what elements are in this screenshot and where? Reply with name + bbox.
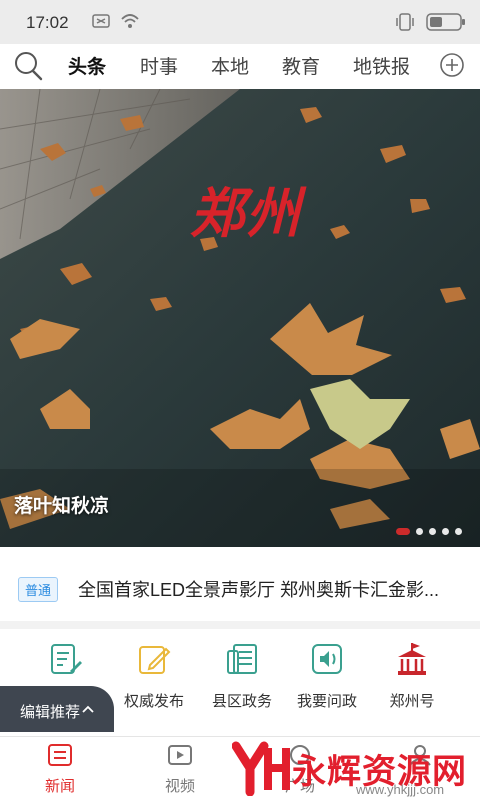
shortcut-authority[interactable]: 权威发布	[106, 636, 202, 711]
hero-banner[interactable]: 郑州 落叶知秋凉	[0, 89, 480, 547]
shortcut-zhengzhou-account[interactable]: 郑州号	[364, 636, 460, 711]
pen-doc-icon	[51, 644, 82, 674]
status-time: 17:02	[26, 13, 69, 32]
shortcut-ask-government[interactable]: 我要问政	[279, 636, 375, 711]
news-icon	[48, 744, 72, 766]
nav-news[interactable]: 新闻	[20, 743, 100, 796]
chevron-up-icon	[82, 705, 94, 713]
channel-tabbar: 头条 时事 本地 教育 地铁报	[0, 44, 480, 89]
shortcut-county-affairs[interactable]: 县区政务	[194, 636, 290, 711]
shortcut-submit[interactable]	[18, 636, 114, 690]
watermark: 永辉资源网 www.yhkjjj.com	[232, 740, 477, 800]
add-channel-icon[interactable]	[438, 51, 466, 79]
status-icons	[92, 12, 140, 30]
news-type-badge: 普通	[18, 577, 59, 602]
video-icon	[168, 745, 192, 765]
nav-video[interactable]: 视频	[140, 743, 220, 796]
news-item[interactable]: 普通 全国首家LED全景声影厅 郑州奥斯卡汇金影...	[0, 560, 480, 616]
section-divider	[0, 621, 480, 629]
voice-icon	[312, 644, 342, 674]
shortcut-label: 权威发布	[123, 693, 184, 710]
wifi-icon	[121, 14, 139, 28]
tab-current-affairs[interactable]: 时事	[140, 52, 178, 79]
tab-local[interactable]: 本地	[211, 52, 249, 79]
status-right	[394, 12, 466, 32]
carousel-dot[interactable]	[396, 528, 410, 535]
hero-logo: 郑州	[190, 181, 302, 245]
carousel-dots	[396, 528, 462, 535]
carousel-dot[interactable]	[429, 528, 436, 535]
nav-label: 视频	[164, 778, 195, 795]
watermark-url: www.yhkjjj.com	[356, 782, 445, 797]
nav-label: 新闻	[44, 778, 75, 795]
tab-education[interactable]: 教育	[282, 52, 320, 79]
vibrate-icon	[396, 13, 414, 31]
shortcut-label: 郑州号	[389, 693, 435, 710]
carousel-dot[interactable]	[442, 528, 449, 535]
shortcut-label: 我要问政	[296, 693, 357, 710]
tab-headline[interactable]: 头条	[68, 52, 106, 79]
editor-pick-label: 编辑推荐	[20, 704, 81, 721]
tab-metro[interactable]: 地铁报	[353, 52, 410, 79]
hero-caption: 落叶知秋凉	[14, 496, 110, 517]
watermark-logo	[232, 741, 290, 796]
editor-pick-toggle[interactable]: 编辑推荐	[0, 686, 114, 732]
edit-icon	[139, 646, 171, 674]
carousel-dot[interactable]	[416, 528, 423, 535]
search-icon[interactable]	[12, 49, 44, 83]
hero-image	[0, 89, 480, 547]
building-flag-icon	[398, 643, 426, 675]
government-doc-icon	[227, 644, 257, 674]
carousel-dot[interactable]	[455, 528, 462, 535]
status-bar: 17:02	[0, 0, 480, 44]
shortcut-label: 县区政务	[211, 693, 272, 710]
news-title[interactable]: 全国首家LED全景声影厅 郑州奥斯卡汇金影...	[78, 576, 468, 602]
battery-icon	[426, 13, 465, 31]
notification-icon	[92, 14, 110, 28]
